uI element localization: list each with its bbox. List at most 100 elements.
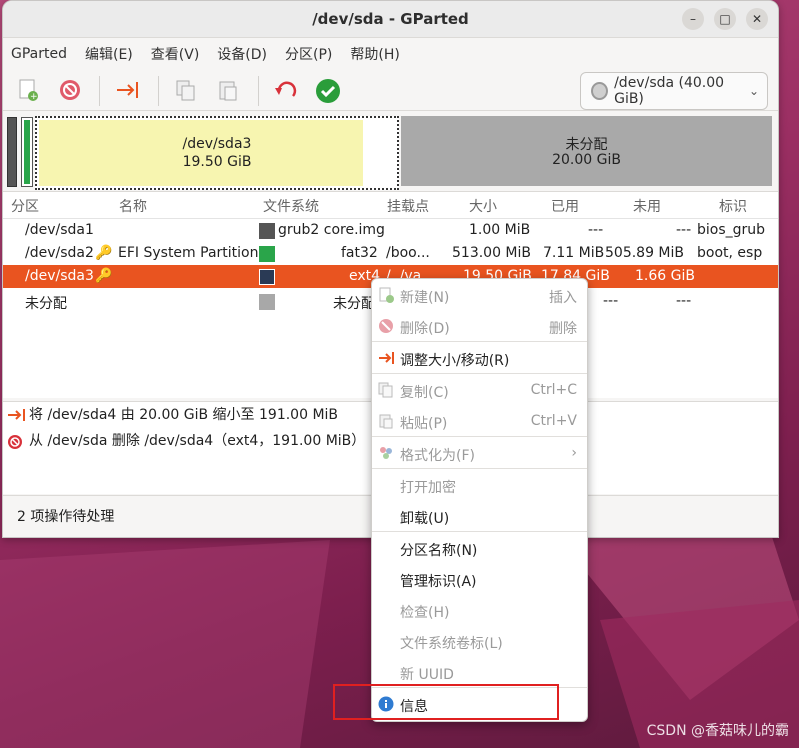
- chevron-right-icon: ›: [571, 445, 577, 461]
- column-header-flags[interactable]: 标识: [719, 196, 747, 216]
- menu-separator: [372, 531, 587, 532]
- cell-unused: ---: [676, 222, 692, 238]
- svg-text:+: +: [30, 92, 38, 102]
- column-header-size[interactable]: 大小: [469, 196, 497, 216]
- diskmap-sda2[interactable]: [21, 117, 33, 187]
- menu-item-new-uuid[interactable]: 新 UUID: [372, 658, 587, 686]
- menu-item-label: 打开加密: [400, 480, 456, 496]
- menu-item-manage-flags[interactable]: 管理标识(A): [372, 565, 587, 593]
- context-menu: 新建(N) 插入 删除(D) 删除 调整大小/移动(R) 复制(C) Ctrl+…: [371, 278, 588, 722]
- menu-item-label: 删除(D): [400, 321, 450, 337]
- menu-item-label: 复制(C): [400, 385, 449, 401]
- new-partition-icon[interactable]: +: [15, 78, 41, 104]
- menu-item-name-partition[interactable]: 分区名称(N): [372, 534, 587, 562]
- cell-used: ---: [603, 293, 619, 309]
- disk-map: /dev/sda3 19.50 GiB 未分配 20.00 GiB: [3, 113, 778, 190]
- close-button[interactable]: ✕: [746, 8, 768, 30]
- menu-item-delete[interactable]: 删除(D) 删除: [372, 312, 587, 340]
- device-selector-label: /dev/sda (40.00 GiB): [614, 75, 725, 107]
- menu-item-label: 新 UUID: [400, 667, 454, 683]
- menu-partition[interactable]: 分区(P): [285, 44, 332, 64]
- diskmap-sda3[interactable]: /dev/sda3 19.50 GiB: [35, 116, 399, 190]
- paste-icon[interactable]: [215, 78, 241, 104]
- menu-item-label-filesystem[interactable]: 文件系统卷标(L): [372, 627, 587, 655]
- key-icon: 🔑: [95, 268, 113, 284]
- menu-item-new[interactable]: 新建(N) 插入: [372, 281, 587, 309]
- delete-icon: [378, 318, 394, 334]
- menu-item-copy[interactable]: 复制(C) Ctrl+C: [372, 376, 587, 404]
- cell-unused: ---: [676, 293, 692, 309]
- menu-edit[interactable]: 编辑(E): [85, 44, 133, 64]
- column-header-partition[interactable]: 分区: [11, 196, 39, 216]
- cell-filesystem: fat32: [341, 245, 378, 261]
- menu-item-check[interactable]: 检查(H): [372, 596, 587, 624]
- fs-color-swatch: [259, 269, 275, 285]
- cell-size: 1.00 MiB: [469, 222, 531, 238]
- undo-icon[interactable]: [273, 78, 299, 104]
- menu-item-label: 粘贴(P): [400, 416, 448, 432]
- apply-icon[interactable]: [315, 78, 341, 104]
- menu-item-label: 调整大小/移动(R): [400, 353, 510, 369]
- cell-partition: 未分配: [25, 296, 67, 312]
- operation-text: 将 /dev/sda4 由 20.00 GiB 缩小至 191.00 MiB: [29, 407, 339, 423]
- menu-item-paste[interactable]: 粘贴(P) Ctrl+V: [372, 407, 587, 435]
- menu-item-accel: Ctrl+V: [530, 413, 577, 429]
- delete-partition-icon[interactable]: [57, 78, 83, 104]
- diskmap-unalloc-size: 20.00 GiB: [552, 152, 621, 168]
- diskmap-sda1[interactable]: [7, 117, 17, 187]
- menu-item-label: 管理标识(A): [400, 574, 477, 590]
- menu-item-accel: 删除: [549, 321, 577, 337]
- disk-icon: [591, 82, 609, 100]
- diskmap-unallocated[interactable]: 未分配 20.00 GiB: [401, 116, 772, 186]
- column-header-used[interactable]: 已用: [551, 196, 579, 216]
- cell-filesystem: grub2 core.img: [278, 222, 385, 238]
- table-row[interactable]: /dev/sda2 🔑 EFI System Partition fat32 /…: [3, 242, 778, 265]
- menu-gparted[interactable]: GParted: [11, 46, 67, 62]
- menu-item-unmount[interactable]: 卸载(U): [372, 502, 587, 530]
- menu-separator: [372, 436, 587, 437]
- copy-icon: [378, 382, 394, 398]
- menu-item-open-encryption[interactable]: 打开加密: [372, 471, 587, 499]
- menu-bar: GParted 编辑(E) 查看(V) 设备(D) 分区(P) 帮助(H): [3, 38, 778, 70]
- resize-move-icon[interactable]: [115, 78, 141, 104]
- cell-used: ---: [588, 222, 604, 238]
- menu-item-label: 分区名称(N): [400, 543, 478, 559]
- format-icon: [378, 445, 394, 461]
- cell-unused: 505.89 MiB: [605, 245, 685, 261]
- cell-filesystem: 未分配: [333, 296, 375, 312]
- delete-operation-icon: [7, 433, 23, 459]
- cell-mountpoint: /boo...: [386, 245, 430, 261]
- cell-partition: /dev/sda3: [25, 268, 94, 284]
- window-title: /dev/sda - GParted: [312, 10, 469, 28]
- menu-device[interactable]: 设备(D): [217, 44, 267, 64]
- device-selector[interactable]: /dev/sda (40.00 GiB) ⌄: [580, 72, 768, 110]
- fs-color-swatch: [259, 294, 275, 310]
- column-header-unused[interactable]: 未用: [633, 196, 661, 216]
- column-header-mountpoint[interactable]: 挂载点: [387, 196, 429, 216]
- chevron-down-icon: ⌄: [748, 84, 759, 98]
- fs-color-swatch: [259, 246, 275, 262]
- cell-name: EFI System Partition: [118, 245, 259, 261]
- diskmap-unalloc-name: 未分配: [565, 137, 608, 153]
- highlight-annotation-box: [333, 684, 559, 720]
- cell-partition: /dev/sda1: [25, 222, 94, 238]
- column-header-name[interactable]: 名称: [119, 196, 147, 216]
- new-icon: [378, 287, 394, 303]
- menu-item-label: 卸载(U): [400, 511, 450, 527]
- table-row[interactable]: /dev/sda1 grub2 core.img 1.00 MiB --- --…: [3, 219, 778, 242]
- menu-help[interactable]: 帮助(H): [350, 44, 399, 64]
- toolbar-separator: [99, 76, 100, 106]
- menu-separator: [372, 468, 587, 469]
- column-header-filesystem[interactable]: 文件系统: [263, 196, 319, 216]
- menu-item-label: 新建(N): [400, 290, 450, 306]
- maximize-button[interactable]: □: [714, 8, 736, 30]
- menu-item-resize-move[interactable]: 调整大小/移动(R): [372, 344, 587, 372]
- menu-item-format[interactable]: 格式化为(F) ›: [372, 439, 587, 467]
- copy-icon[interactable]: [173, 78, 199, 104]
- title-bar: /dev/sda - GParted – □ ✕: [3, 1, 778, 38]
- minimize-button[interactable]: –: [682, 8, 704, 30]
- cell-size: 513.00 MiB: [452, 245, 532, 261]
- menu-separator: [372, 341, 587, 342]
- menu-view[interactable]: 查看(V): [151, 44, 200, 64]
- watermark: CSDN @香菇味儿的霸: [646, 723, 789, 739]
